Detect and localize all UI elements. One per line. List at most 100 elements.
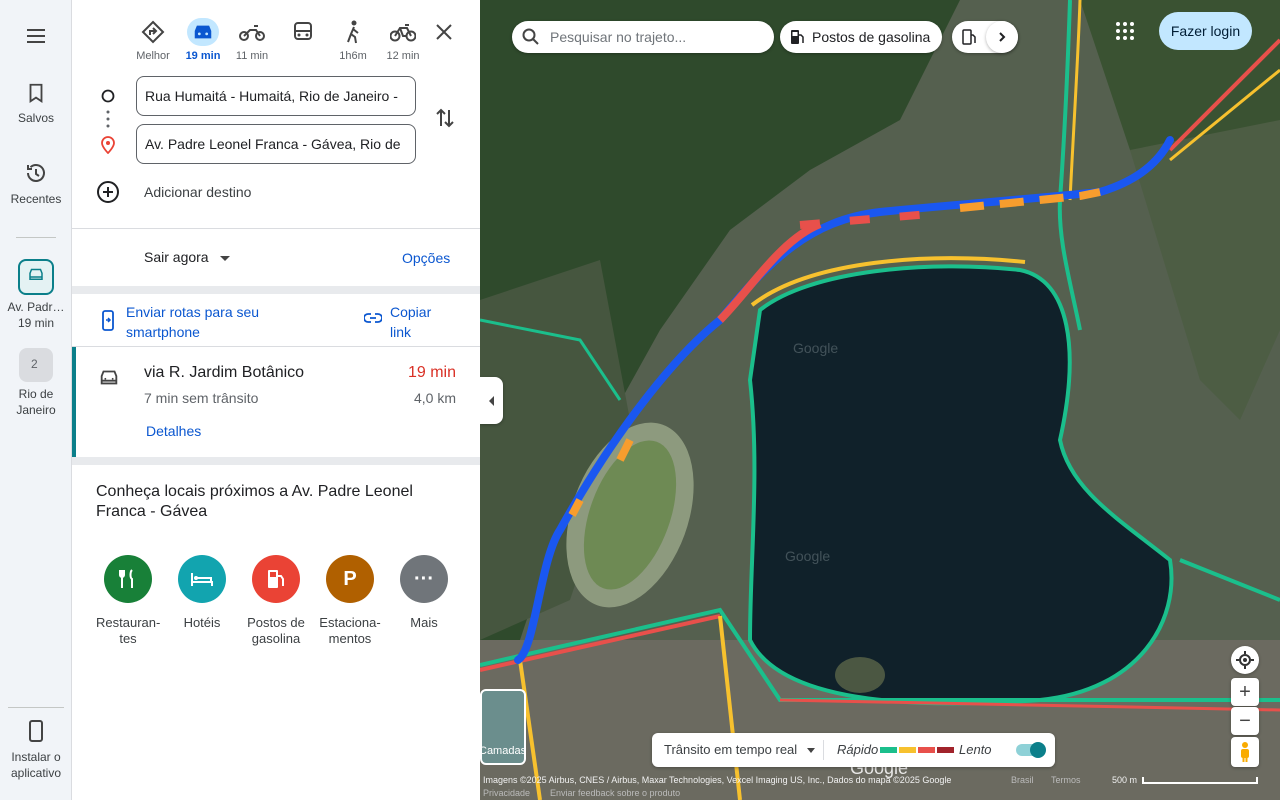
left-rail: Salvos Recentes Av. Padr… 19 min 2 Rio d… [0, 0, 72, 800]
traffic-label: Trânsito em tempo real [664, 742, 798, 757]
category-restaurants[interactable]: Restauran- tes [96, 555, 160, 647]
map-canvas[interactable]: Google Google Google [480, 0, 1280, 800]
route-via: via R. Jardim Botânico [144, 364, 305, 381]
destination-input[interactable]: Av. Padre Leonel Franca - Gávea, Rio de [136, 124, 416, 164]
scroll-right-button[interactable] [986, 21, 1018, 53]
minus-icon: − [1239, 709, 1251, 732]
slow-label: Lento [959, 742, 992, 757]
mode-bike[interactable]: 12 min [381, 18, 425, 62]
my-location-button[interactable] [1231, 646, 1259, 674]
send-to-phone-button[interactable]: Enviar rotas para seu smartphone [100, 302, 340, 340]
layers-button[interactable]: Camadas [480, 689, 526, 765]
scale-label[interactable]: 500 m [1112, 774, 1137, 787]
traffic-legend [880, 747, 954, 753]
street-view-button[interactable] [1231, 737, 1259, 767]
bookmark-icon [29, 83, 43, 103]
mode-car[interactable]: 19 min [181, 18, 225, 62]
apps-button[interactable] [1114, 20, 1136, 42]
best-route-icon [141, 20, 165, 44]
send-to-phone-icon [102, 310, 114, 331]
nearby-title: Conheça locais próximos a Av. Padre Leon… [96, 483, 413, 520]
gas-station-chip[interactable]: Postos de gasolina [780, 21, 943, 53]
motorcycle-icon [239, 25, 265, 41]
privacy-link[interactable]: Privacidade [483, 787, 530, 800]
origin-icon [101, 89, 115, 103]
category-label-a: Estaciona- [319, 615, 381, 630]
close-button[interactable] [434, 22, 454, 42]
directions-panel: Melhor 19 min 11 min 1h6m 12 min Rua Hum… [72, 0, 480, 800]
recent-route-button[interactable]: Av. Padr… 19 min [0, 259, 72, 331]
restaurant-icon [104, 555, 152, 603]
chevron-left-icon [489, 395, 494, 406]
rio-badge: 2 [31, 357, 38, 371]
route-time: 19 min [407, 364, 456, 381]
more-chips[interactable] [952, 21, 1018, 53]
bus-icon [294, 22, 312, 40]
zoom-in-button[interactable]: + [1231, 678, 1259, 706]
separator-2 [72, 457, 480, 465]
route-search-box[interactable]: Pesquisar no trajeto... [512, 21, 774, 53]
recent-button[interactable]: Recentes [0, 161, 72, 207]
legend-slow-swatch [937, 747, 954, 753]
menu-button[interactable] [24, 26, 48, 46]
collapse-panel-button[interactable] [480, 377, 503, 424]
depart-dropdown[interactable]: Sair agora [144, 249, 231, 265]
chevron-right-icon [999, 32, 1006, 42]
rail-divider-bottom [8, 707, 64, 708]
legend-slowish-swatch [918, 747, 935, 753]
options-link[interactable]: Opções [402, 250, 450, 266]
feedback-link[interactable]: Enviar feedback sobre o produto [550, 787, 680, 800]
dropdown-arrow-icon [220, 255, 231, 261]
traffic-toggle[interactable] [1016, 742, 1046, 758]
recent-route-place: Av. Padr… [7, 300, 65, 314]
hotel-icon [178, 555, 226, 603]
scale-bar [1142, 777, 1258, 784]
link-icon [364, 313, 382, 323]
parking-icon: P [326, 555, 374, 603]
saved-button[interactable]: Salvos [0, 82, 72, 126]
zoom-out-button[interactable]: − [1231, 707, 1259, 735]
rail-divider [16, 237, 56, 238]
mode-transit[interactable] [281, 18, 325, 50]
login-button[interactable]: Fazer login [1159, 12, 1252, 50]
car-icon [194, 25, 212, 39]
copy-link-button[interactable]: Copiar link [364, 302, 454, 340]
traffic-dropdown[interactable]: Trânsito em tempo real [664, 742, 815, 757]
category-label-a: Hotéis [183, 615, 221, 630]
traffic-bar: Trânsito em tempo real Rápido Lento [652, 733, 1055, 767]
install-app-button[interactable]: Instalar o aplicativo [0, 719, 72, 781]
category-label-a: Postos de [247, 615, 305, 630]
svg-text:Google: Google [785, 548, 830, 564]
saved-label: Salvos [17, 111, 55, 125]
legend-medium-swatch [899, 747, 916, 753]
plus-icon: + [1239, 680, 1251, 703]
history-icon [27, 164, 45, 182]
attribution-bar: Imagens ©2025 Airbus, CNES / Airbus, Max… [480, 774, 1280, 800]
origin-input[interactable]: Rua Humaitá - Humaitá, Rio de Janeiro - [136, 76, 416, 116]
add-destination-label: Adicionar destino [144, 184, 252, 200]
add-destination-button[interactable]: Adicionar destino [96, 180, 396, 204]
category-more[interactable]: ··· Mais [392, 555, 456, 631]
toggle-knob [1030, 742, 1046, 758]
mode-motorcycle-label: 11 min [235, 50, 269, 62]
category-hotels[interactable]: Hotéis [170, 555, 234, 631]
copy-label-2: link [390, 324, 412, 340]
mode-motorcycle[interactable]: 11 min [230, 18, 274, 62]
category-parking[interactable]: P Estaciona- mentos [318, 555, 382, 647]
install-label-1: Instalar o [11, 750, 61, 764]
terms-link[interactable]: Termos [1051, 774, 1081, 787]
category-gas[interactable]: Postos de gasolina [244, 555, 308, 647]
route-result-card[interactable]: via R. Jardim Botânico 19 min 7 min sem … [72, 347, 480, 457]
mode-walk[interactable]: 1h6m [331, 18, 375, 62]
country-link[interactable]: Brasil [1011, 774, 1034, 787]
category-label-a: Restauran- [96, 615, 161, 630]
mode-walk-label: 1h6m [339, 50, 367, 62]
details-link[interactable]: Detalhes [146, 423, 201, 439]
menu-icon [27, 29, 45, 43]
rio-label-1: Rio de [18, 387, 54, 401]
gas-chip-label: Postos de gasolina [812, 29, 931, 45]
rio-button[interactable]: 2 Rio de Janeiro [0, 348, 72, 418]
swap-button[interactable] [434, 106, 456, 130]
legend-fast-swatch [880, 747, 897, 753]
mode-best[interactable]: Melhor [131, 18, 175, 62]
